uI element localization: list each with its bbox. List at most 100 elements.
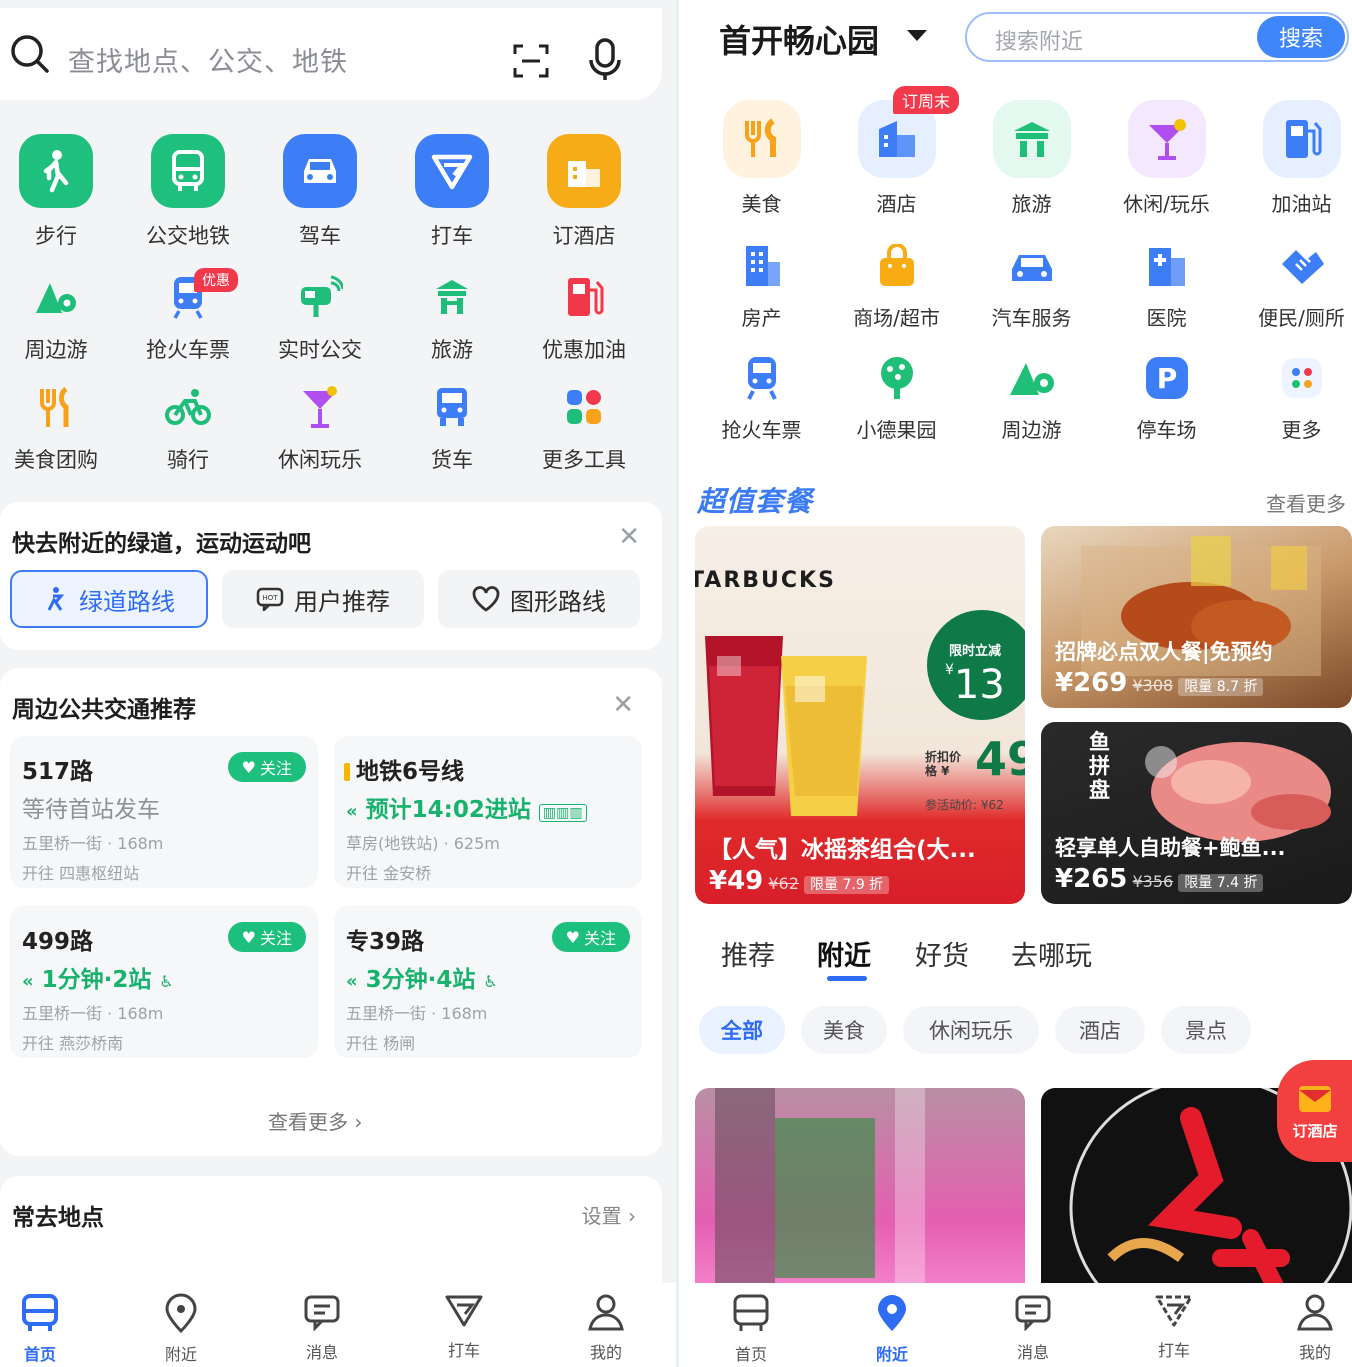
transit-item-subway6[interactable]: 地铁6号线 « 预计14:02进站 ▥▥▥ 草房(地铁站) · 625m 开往 … — [334, 736, 642, 888]
follow-button[interactable]: ♥ 关注 — [227, 922, 306, 952]
close-icon[interactable]: ✕ — [618, 522, 640, 552]
tab-taxi[interactable]: 打车 — [1124, 1293, 1224, 1361]
user-recommend-button[interactable]: HOT 用户推荐 — [222, 570, 424, 628]
category-hospital[interactable]: 医院 — [1099, 240, 1234, 331]
tab-taxi[interactable]: 打车 — [414, 1293, 514, 1361]
live-signal-icon: « — [22, 971, 34, 992]
cocktail-icon — [254, 382, 386, 432]
location-title[interactable]: 首开畅心园 — [719, 16, 879, 62]
tab-label: 附近 — [164, 1345, 197, 1364]
frequent-title: 常去地点 — [12, 1205, 104, 1231]
tab-home[interactable]: 首页 — [0, 1293, 90, 1365]
tool-fuel[interactable]: 优惠加油 — [518, 272, 650, 364]
chip-all[interactable]: 全部 — [699, 1006, 785, 1054]
category-nearby-trip[interactable]: 周边游 — [964, 352, 1099, 443]
tool-label: 周边游 — [24, 338, 88, 362]
follow-label: 关注 — [259, 929, 292, 948]
tab-nearby[interactable]: 附近 — [842, 1293, 942, 1365]
search-icon — [11, 35, 49, 73]
feed-tab-nearby[interactable]: 附近 — [817, 934, 871, 973]
category-more[interactable]: 更多 — [1234, 352, 1352, 443]
caret-down-icon[interactable] — [907, 30, 927, 41]
search-input[interactable]: 查找地点、公交、地铁 — [68, 40, 348, 79]
transit-item-zhuan39[interactable]: 专39路 ♥ 关注 « 3分钟·4站 ♿ 五里桥一街 · 168m 开往 杨闸 — [334, 906, 642, 1058]
tab-nearby[interactable]: 附近 — [131, 1293, 231, 1365]
category-label: 周边游 — [1001, 418, 1062, 442]
chip-scenic[interactable]: 景点 — [1161, 1006, 1251, 1054]
deals-more-link[interactable]: 查看更多 — [1266, 488, 1346, 517]
cocktail-icon — [1127, 100, 1206, 178]
category-orchard[interactable]: 小德果园 — [829, 352, 964, 443]
train-icon: 优惠 — [122, 268, 254, 322]
hotel-float-button[interactable]: 订酒店 — [1277, 1060, 1352, 1162]
search-bar[interactable]: 查找地点、公交、地铁 — [0, 8, 662, 100]
shopping-bag-icon — [829, 240, 964, 292]
category-travel[interactable]: 旅游 — [964, 100, 1099, 217]
scan-icon[interactable] — [512, 42, 550, 80]
mode-taxi[interactable]: 打车 — [386, 134, 518, 250]
tool-bike[interactable]: 骑行 — [122, 382, 254, 474]
feed-tab-recommend[interactable]: 推荐 — [721, 934, 775, 973]
category-hotel[interactable]: 酒店 — [829, 100, 964, 217]
feed-photo-spa[interactable] — [695, 1088, 1025, 1308]
heart-icon: ♥ — [241, 757, 256, 777]
tool-train-ticket[interactable]: 优惠 抢火车票 — [122, 268, 254, 364]
tree-icon — [829, 352, 964, 404]
transit-item-517[interactable]: 517路 ♥ 关注 等待首站发车 五里桥一街 · 168m 开往 四惠枢纽站 — [10, 736, 318, 888]
tool-label: 优惠加油 — [542, 338, 626, 362]
feed-tab-where-to-play[interactable]: 去哪玩 — [1011, 934, 1092, 973]
chip-leisure[interactable]: 休闲玩乐 — [903, 1006, 1039, 1054]
tool-travel[interactable]: 旅游 — [386, 272, 518, 364]
close-icon[interactable]: ✕ — [612, 690, 634, 720]
transit-item-499[interactable]: 499路 ♥ 关注 « 1分钟·2站 ♿ 五里桥一街 · 168m 开往 燕莎桥南 — [10, 906, 318, 1058]
tool-truck[interactable]: 货车 — [386, 382, 518, 474]
shape-route-button[interactable]: 图形路线 — [438, 570, 640, 628]
hospital-icon — [1099, 240, 1234, 292]
deal-card-chicken[interactable]: 招牌必点双人餐|免预约 ¥269 ¥308 限量 8.7 折 — [1041, 526, 1352, 708]
category-shopping[interactable]: 商场/超市 — [829, 240, 964, 331]
microphone-icon[interactable] — [588, 38, 622, 82]
category-real-estate[interactable]: 房产 — [694, 240, 829, 331]
tool-leisure[interactable]: 休闲玩乐 — [254, 382, 386, 474]
deal-card-starbucks[interactable]: TARBUCKS 限时立减 ¥13 折扣价格 ¥ 49 参活动价: ¥62 【人… — [695, 526, 1025, 904]
route-name: 专39路 — [346, 929, 425, 955]
category-convenience[interactable]: 便民/厕所 — [1234, 240, 1352, 331]
mode-bus[interactable]: 公交地铁 — [122, 134, 254, 250]
tab-profile[interactable]: 我的 — [556, 1293, 656, 1363]
frequent-settings-link[interactable]: 设置 › — [582, 1200, 636, 1229]
category-food[interactable]: 美食 — [694, 100, 829, 217]
greenway-route-button[interactable]: 绿道路线 — [10, 570, 208, 628]
tab-messages[interactable]: 消息 — [983, 1293, 1083, 1363]
profile-icon — [588, 1294, 624, 1331]
tab-label: 消息 — [1016, 1343, 1049, 1362]
follow-button[interactable]: ♥ 关注 — [227, 752, 306, 782]
chip-food[interactable]: 美食 — [801, 1006, 887, 1054]
home-bus-icon — [22, 1294, 58, 1331]
deal-card-sashimi[interactable]: 鱼拼盘 轻享单人自助餐+鲍鱼... ¥265 ¥356 限量 7.4 折 — [1041, 722, 1352, 904]
tool-realtime-bus[interactable]: 实时公交 — [254, 272, 386, 364]
follow-button[interactable]: ♥ 关注 — [551, 922, 630, 952]
mode-walk[interactable]: 步行 — [0, 134, 122, 250]
nearby-search-bar[interactable]: 搜索附近 搜索 — [965, 12, 1349, 62]
transit-more-link[interactable]: 查看更多 › — [268, 1106, 362, 1135]
category-leisure[interactable]: 休闲/玩乐 — [1099, 100, 1234, 217]
search-button[interactable]: 搜索 — [1257, 16, 1345, 58]
chip-hotel[interactable]: 酒店 — [1055, 1006, 1145, 1054]
tab-messages[interactable]: 消息 — [272, 1293, 372, 1363]
mode-hotel[interactable]: 订酒店 — [518, 134, 650, 250]
category-car-service[interactable]: 汽车服务 — [964, 240, 1099, 331]
nearby-search-input[interactable]: 搜索附近 — [995, 24, 1083, 56]
category-gas-station[interactable]: 加油站 — [1234, 100, 1352, 217]
tool-nearby-trip[interactable]: 周边游 — [0, 272, 122, 364]
feed-tab-goods[interactable]: 好货 — [915, 934, 969, 973]
tool-food[interactable]: 美食团购 — [0, 382, 122, 474]
route-direction: 开往 杨闸 — [346, 1034, 416, 1053]
tool-more[interactable]: 更多工具 — [518, 382, 650, 474]
fuel-icon — [518, 272, 650, 322]
chevron-right-icon: › — [628, 1204, 636, 1228]
tab-profile[interactable]: 我的 — [1265, 1293, 1352, 1363]
mode-drive[interactable]: 驾车 — [254, 134, 386, 250]
category-parking[interactable]: P 停车场 — [1099, 352, 1234, 443]
tab-home[interactable]: 首页 — [701, 1293, 801, 1365]
category-train-ticket[interactable]: 抢火车票 — [694, 352, 829, 443]
